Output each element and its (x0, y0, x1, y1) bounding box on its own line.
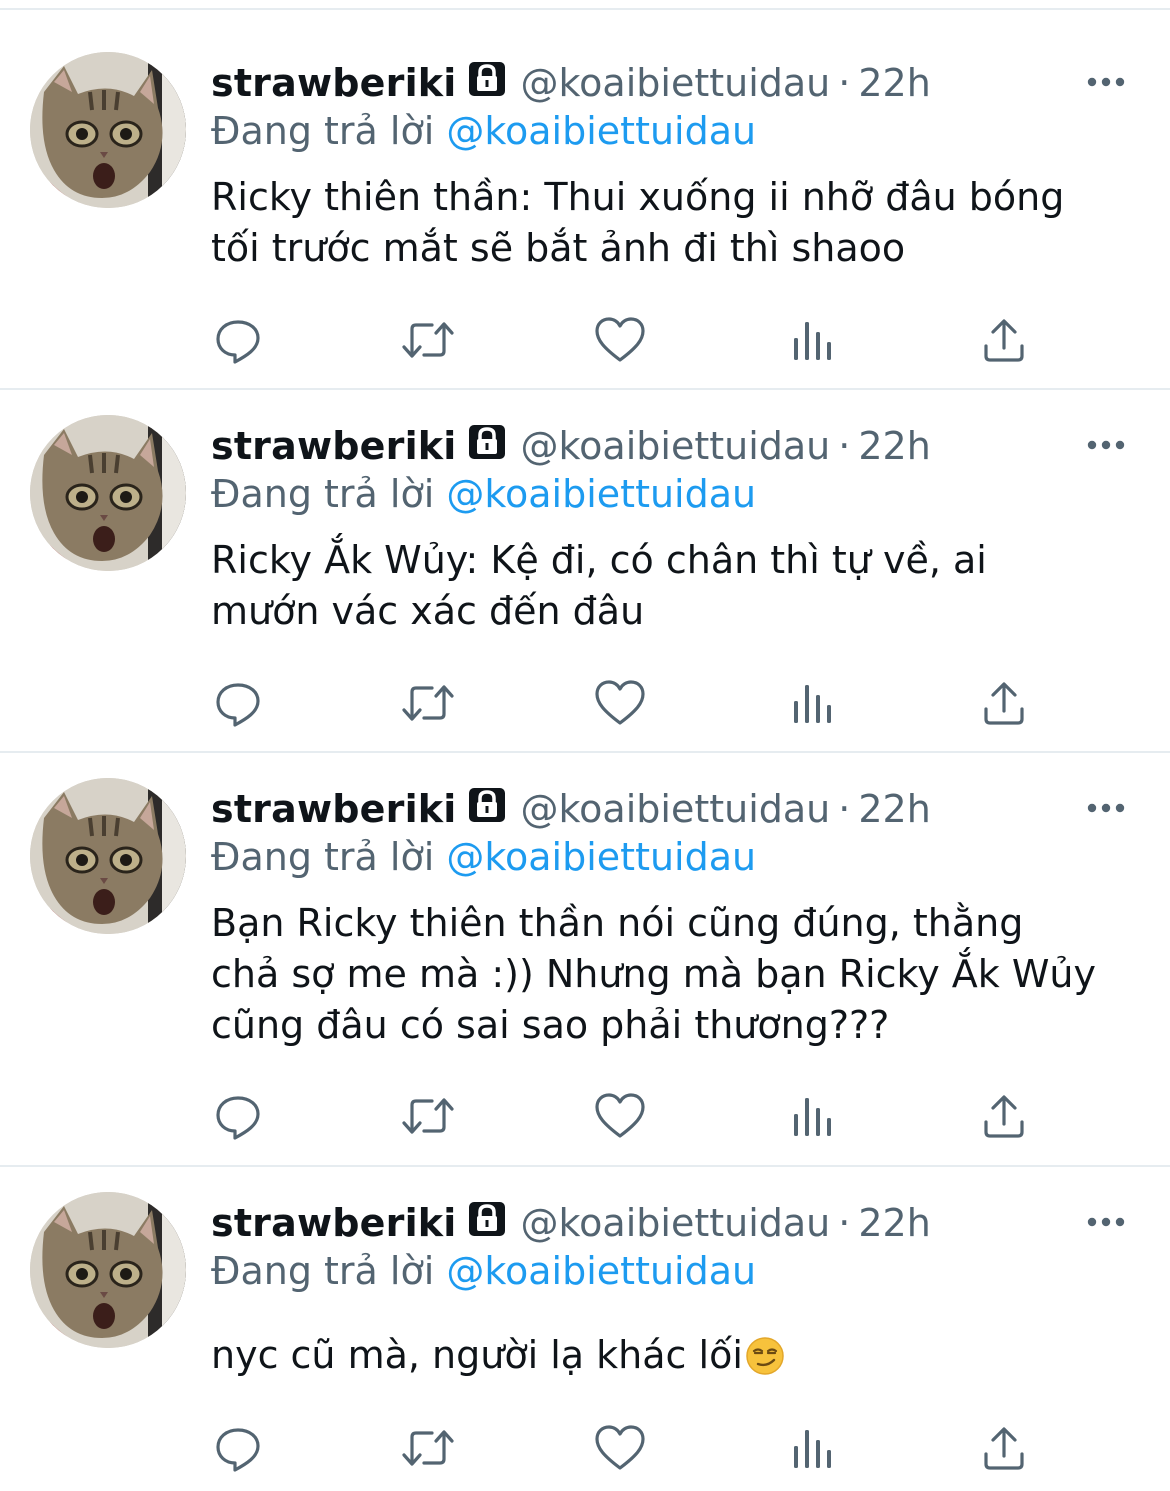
retweet-icon[interactable] (400, 675, 456, 731)
more-icon[interactable] (1086, 798, 1126, 818)
reply-icon[interactable] (210, 1420, 266, 1476)
more-icon[interactable] (1086, 435, 1126, 455)
tweet-header: strawberiki @koaibiettuidau · 22h (211, 58, 931, 108)
replying-to: Đang trả lời @koaibiettuidau (211, 469, 756, 519)
replying-to: Đang trả lời @koaibiettuidau (211, 832, 756, 882)
analytics-icon[interactable] (784, 675, 840, 731)
top-divider (0, 8, 1170, 10)
tweet-actions (210, 312, 1030, 368)
tweet-text: nyc cũ mà, người lạ khác lối (211, 1330, 1141, 1381)
tweet-actions (210, 1420, 1030, 1476)
share-icon[interactable] (976, 1088, 1032, 1144)
display-name[interactable]: strawberiki (211, 1201, 457, 1245)
share-icon[interactable] (976, 1420, 1032, 1476)
avatar[interactable] (30, 415, 186, 571)
divider (0, 1165, 1170, 1167)
lock-icon (467, 786, 507, 836)
user-handle[interactable]: @koaibiettuidau (521, 787, 831, 831)
tweet-actions (210, 675, 1030, 731)
tweet-header: strawberiki @koaibiettuidau · 22h (211, 1198, 931, 1248)
like-icon[interactable] (592, 312, 648, 368)
timestamp[interactable]: 22h (858, 787, 930, 831)
replying-to: Đang trả lời @koaibiettuidau (211, 1246, 756, 1296)
display-name[interactable]: strawberiki (211, 787, 457, 831)
mention-link[interactable]: @koaibiettuidau (446, 1249, 756, 1293)
tweet-text-body: nyc cũ mà, người lạ khác lối (211, 1333, 743, 1377)
tweet[interactable]: strawberiki @koaibiettuidau · 22h Đang trả … (0, 1192, 1170, 1491)
share-icon[interactable] (976, 312, 1032, 368)
tweet-actions (210, 1088, 1030, 1144)
separator-dot: · (838, 1201, 851, 1245)
display-name[interactable]: strawberiki (211, 424, 457, 468)
like-icon[interactable] (592, 1088, 648, 1144)
analytics-icon[interactable] (784, 1088, 840, 1144)
lock-icon (467, 60, 507, 110)
avatar[interactable] (30, 778, 186, 934)
display-name[interactable]: strawberiki (211, 61, 457, 105)
reply-icon[interactable] (210, 1088, 266, 1144)
tweet-text: Ricky Ắk Wủy: Kệ đi, có chân thì tự về, … (211, 538, 987, 633)
tweet[interactable]: strawberiki @koaibiettuidau · 22h Đang trả … (0, 415, 1170, 753)
like-icon[interactable] (592, 1420, 648, 1476)
replying-to-label: Đang trả lời (211, 1249, 435, 1293)
avatar[interactable] (30, 52, 186, 208)
timestamp[interactable]: 22h (858, 1201, 930, 1245)
user-handle[interactable]: @koaibiettuidau (521, 61, 831, 105)
timestamp[interactable]: 22h (858, 424, 930, 468)
more-icon[interactable] (1086, 72, 1126, 92)
share-icon[interactable] (976, 675, 1032, 731)
mention-link[interactable]: @koaibiettuidau (446, 472, 756, 516)
analytics-icon[interactable] (784, 1420, 840, 1476)
replying-to-label: Đang trả lời (211, 109, 435, 153)
retweet-icon[interactable] (400, 1088, 456, 1144)
smirking-face-icon (745, 1336, 785, 1376)
user-handle[interactable]: @koaibiettuidau (521, 424, 831, 468)
retweet-icon[interactable] (400, 1420, 456, 1476)
separator-dot: · (838, 424, 851, 468)
divider (0, 388, 1170, 390)
more-icon[interactable] (1086, 1212, 1126, 1232)
replying-to-label: Đang trả lời (211, 472, 435, 516)
tweet-header: strawberiki @koaibiettuidau · 22h (211, 421, 931, 471)
tweet-text: Ricky thiên thần: Thui xuống ii nhỡ đâu … (211, 175, 1065, 270)
tweet[interactable]: strawberiki @koaibiettuidau · 22h Đang trả … (0, 778, 1170, 1167)
mention-link[interactable]: @koaibiettuidau (446, 835, 756, 879)
replying-to-label: Đang trả lời (211, 835, 435, 879)
tweet[interactable]: strawberiki @koaibiettuidau · 22h Đang trả … (0, 52, 1170, 390)
replying-to: Đang trả lời @koaibiettuidau (211, 106, 756, 156)
reply-icon[interactable] (210, 312, 266, 368)
mention-link[interactable]: @koaibiettuidau (446, 109, 756, 153)
tweet-header: strawberiki @koaibiettuidau · 22h (211, 784, 931, 834)
retweet-icon[interactable] (400, 312, 456, 368)
reply-icon[interactable] (210, 675, 266, 731)
tweet-text: Bạn Ricky thiên thần nói cũng đúng, thằn… (211, 901, 1096, 1047)
lock-icon (467, 1200, 507, 1250)
analytics-icon[interactable] (784, 312, 840, 368)
timestamp[interactable]: 22h (858, 61, 930, 105)
like-icon[interactable] (592, 675, 648, 731)
user-handle[interactable]: @koaibiettuidau (521, 1201, 831, 1245)
lock-icon (467, 423, 507, 473)
separator-dot: · (838, 787, 851, 831)
divider (0, 751, 1170, 753)
separator-dot: · (838, 61, 851, 105)
avatar[interactable] (30, 1192, 186, 1348)
